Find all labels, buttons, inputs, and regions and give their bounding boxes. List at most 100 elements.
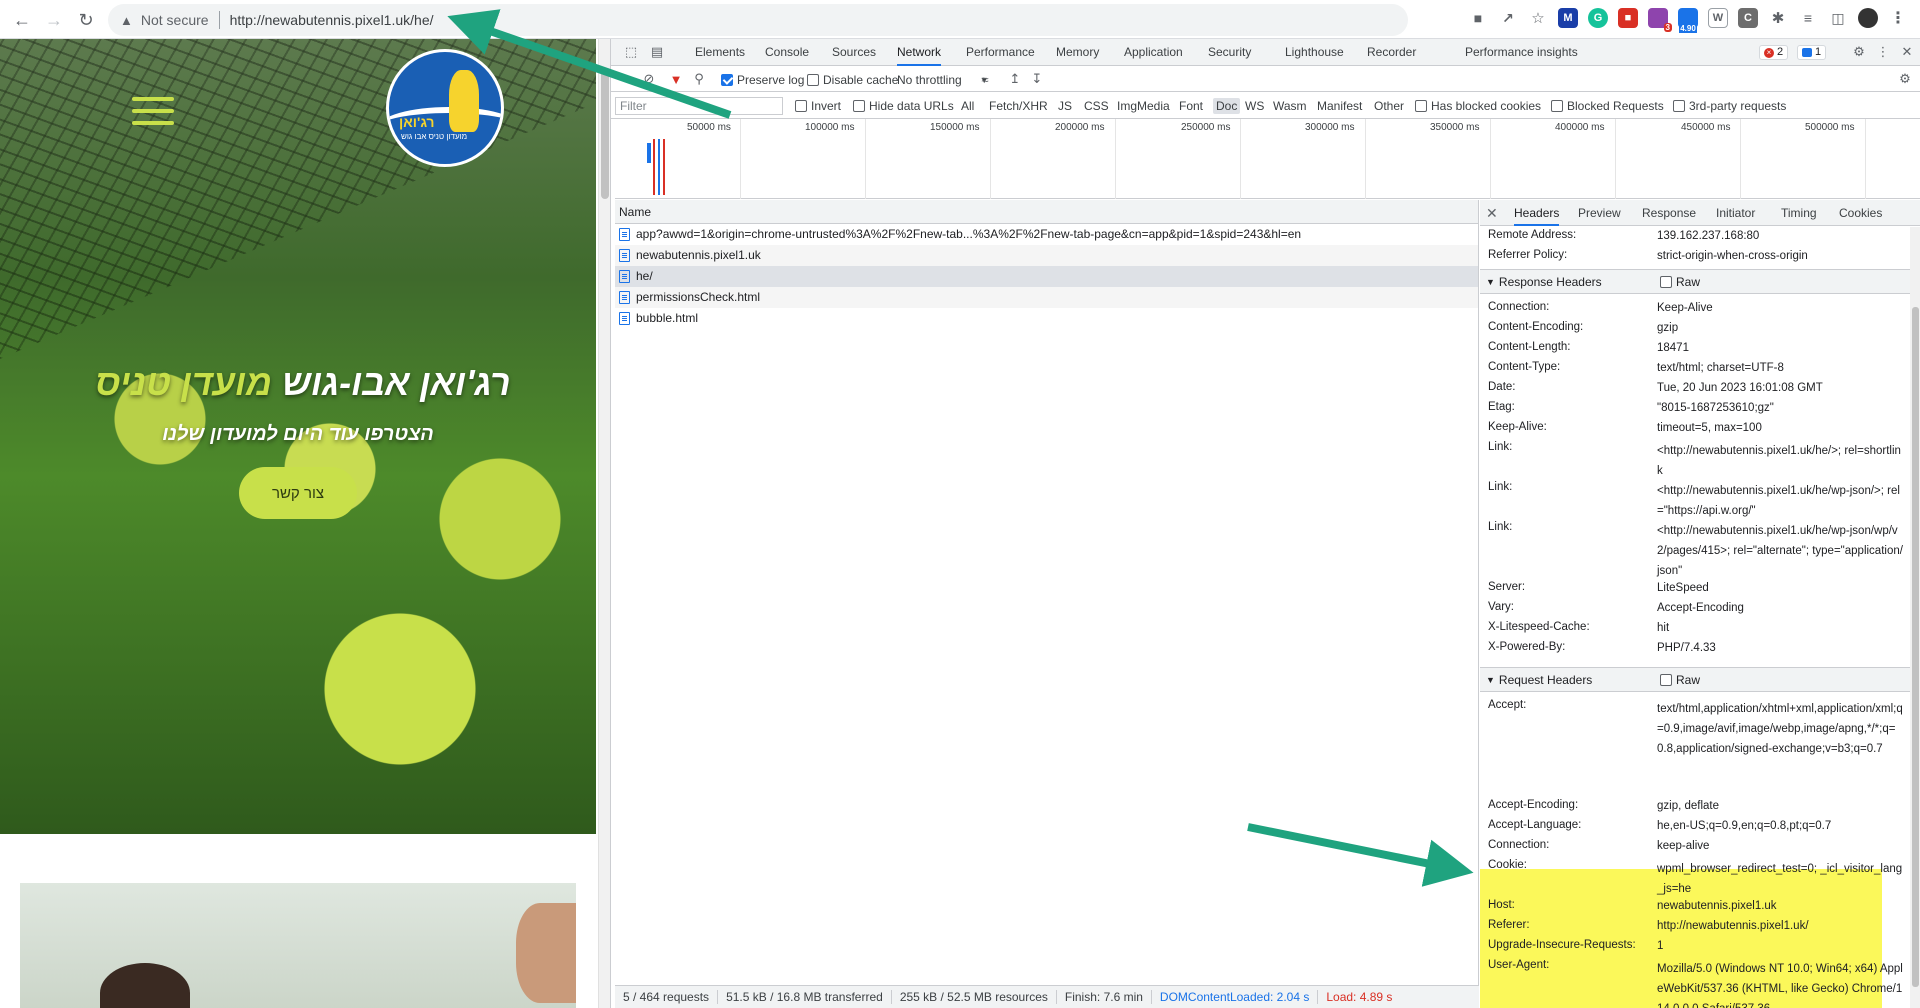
raw-toggle[interactable]: Raw [1660, 668, 1700, 692]
extension-c-icon[interactable]: C [1738, 8, 1758, 28]
type-filter-font[interactable]: Font [1179, 98, 1203, 114]
contact-button[interactable]: צור קשר [239, 467, 357, 519]
import-har-icon[interactable]: ↥ [1007, 71, 1023, 87]
hide-data-urls-checkbox[interactable]: Hide data URLs [853, 98, 954, 114]
raw-toggle[interactable]: Raw [1660, 270, 1700, 294]
type-filter-doc[interactable]: Doc [1213, 98, 1241, 114]
tab-memory[interactable]: Memory [1056, 39, 1099, 66]
tab-initiator[interactable]: Initiator [1716, 200, 1755, 226]
tab-timing[interactable]: Timing [1781, 200, 1817, 226]
close-details-icon[interactable]: ✕ [1486, 205, 1498, 222]
document-icon [619, 291, 630, 304]
camera-icon[interactable]: ■ [1468, 8, 1488, 28]
error-count-badge[interactable]: × 2 [1759, 45, 1789, 60]
table-row[interactable]: permissionsCheck.html [615, 287, 1478, 308]
tab-application[interactable]: Application [1124, 39, 1183, 66]
request-headers-section[interactable]: ▼ Request Headers Raw [1480, 667, 1910, 692]
type-filter-other[interactable]: Other [1374, 98, 1404, 114]
network-settings-icon[interactable]: ⚙ [1897, 71, 1913, 87]
tab-performance[interactable]: Performance [966, 39, 1035, 66]
tab-elements[interactable]: Elements [695, 39, 745, 66]
side-panel-icon[interactable]: ◫ [1828, 8, 1848, 28]
not-secure-label[interactable]: Not secure [141, 12, 209, 28]
forward-icon[interactable]: → [42, 8, 66, 32]
close-devtools-icon[interactable]: ✕ [1899, 44, 1915, 60]
type-filter-manifest[interactable]: Manifest [1317, 98, 1362, 114]
type-filter-img[interactable]: Img [1117, 98, 1137, 114]
record-icon[interactable]: ● [621, 71, 637, 87]
extension-m-icon[interactable]: M [1558, 8, 1578, 28]
tennis-net-image [0, 39, 596, 359]
device-toolbar-icon[interactable]: ▤ [649, 44, 665, 60]
type-filter-fetch[interactable]: Fetch/XHR [989, 98, 1048, 114]
raw-label: Raw [1676, 673, 1701, 687]
tab-headers[interactable]: Headers [1514, 200, 1560, 226]
export-har-icon[interactable]: ↧ [1029, 71, 1045, 87]
page-scrollbar[interactable] [598, 39, 610, 1008]
devtools-menu-icon[interactable]: ⋮ [1875, 44, 1891, 60]
type-filter-all[interactable]: All [961, 98, 974, 114]
tab-console[interactable]: Console [765, 39, 809, 66]
star-icon[interactable]: ☆ [1528, 8, 1548, 28]
reading-list-icon[interactable]: ≡ [1798, 8, 1818, 28]
settings-gear-icon[interactable]: ⚙ [1851, 44, 1867, 60]
search-icon[interactable]: ⚲ [691, 71, 707, 87]
avatar[interactable] [1858, 8, 1878, 28]
preserve-log-check[interactable] [721, 73, 733, 86]
tab-response[interactable]: Response [1642, 200, 1696, 226]
overview-tick: 350000 ms [1430, 122, 1480, 133]
extension-red-icon[interactable]: ■ [1618, 8, 1638, 28]
throttling-select[interactable]: No throttling ▼ [897, 71, 989, 88]
table-row-selected[interactable]: he/ [615, 266, 1478, 287]
disable-cache-checkbox[interactable]: Disable cache [807, 71, 898, 88]
type-filter-media[interactable]: Media [1137, 98, 1170, 114]
tab-cookies[interactable]: Cookies [1839, 200, 1882, 226]
tab-network[interactable]: Network [897, 39, 942, 66]
tab-preview[interactable]: Preview [1578, 200, 1621, 226]
url-text[interactable]: http://newabutennis.pixel1.uk/he/ [230, 12, 434, 28]
hamburger-menu-icon[interactable] [132, 97, 174, 125]
puzzle-icon[interactable]: ✱ [1768, 8, 1788, 28]
share-icon[interactable]: ↗ [1498, 8, 1518, 28]
invert-checkbox[interactable]: Invert [795, 98, 841, 114]
extension-rating-icon[interactable]: 4.90 [1678, 8, 1698, 33]
request-count: 5 / 464 requests [615, 990, 719, 1004]
clear-icon[interactable]: ⊘ [641, 71, 657, 87]
resources-size: 255 kB / 52.5 MB resources [892, 990, 1057, 1004]
extension-w-icon[interactable]: W [1708, 8, 1728, 28]
filter-icon[interactable]: ▼ [668, 71, 684, 87]
address-bar[interactable]: ▲ Not secure http://newabutennis.pixel1.… [108, 4, 1408, 36]
message-count-badge[interactable]: 1 [1797, 45, 1827, 60]
back-icon[interactable]: ← [10, 8, 34, 32]
kebab-menu-icon[interactable]: ⋮ [1888, 8, 1908, 28]
response-headers-section[interactable]: ▼ Response Headers Raw [1480, 269, 1910, 294]
type-filter-css[interactable]: CSS [1084, 98, 1109, 114]
network-overview-timeline[interactable]: 50000 ms 100000 ms 150000 ms 200000 ms 2… [615, 119, 1920, 199]
tennis-player-icon [449, 70, 479, 132]
type-filter-wasm[interactable]: Wasm [1273, 98, 1307, 114]
table-row[interactable]: bubble.html [615, 308, 1478, 329]
reload-icon[interactable]: ↻ [74, 8, 98, 32]
details-scrollbar[interactable] [1910, 227, 1920, 1008]
grammarly-icon[interactable]: G [1588, 8, 1608, 28]
disable-cache-check[interactable] [807, 73, 819, 86]
tab-security[interactable]: Security [1208, 39, 1251, 66]
name-column-header[interactable]: Name [615, 200, 1478, 224]
tab-sources[interactable]: Sources [832, 39, 876, 66]
inspect-element-icon[interactable]: ⬚ [623, 44, 639, 60]
blocked-requests-checkbox[interactable]: Blocked Requests [1551, 98, 1664, 114]
has-blocked-cookies-checkbox[interactable]: Has blocked cookies [1415, 98, 1541, 114]
type-filter-js[interactable]: JS [1058, 98, 1072, 114]
tab-performance-insights[interactable]: Performance insights [1465, 39, 1578, 66]
table-row[interactable]: app?awwd=1&origin=chrome-untrusted%3A%2F… [615, 224, 1478, 245]
extension-badge-icon[interactable]: 3 [1648, 8, 1672, 32]
tab-recorder[interactable]: Recorder [1367, 39, 1416, 66]
third-party-checkbox[interactable]: 3rd-party requests [1673, 98, 1786, 114]
type-filter-ws[interactable]: WS [1245, 98, 1264, 114]
club-logo[interactable]: רג'ואן מועדון טניס אבו גוש [386, 49, 504, 167]
preserve-log-checkbox[interactable]: Preserve log [721, 71, 804, 88]
network-conditions-icon[interactable]: ≈ [977, 71, 993, 87]
filter-input[interactable]: Filter [615, 97, 783, 115]
table-row[interactable]: newabutennis.pixel1.uk [615, 245, 1478, 266]
tab-lighthouse[interactable]: Lighthouse [1285, 39, 1344, 66]
